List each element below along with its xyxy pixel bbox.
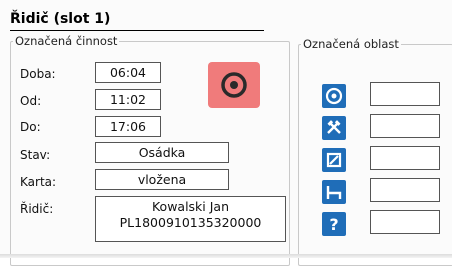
to-value: 17:06 <box>95 116 161 137</box>
bed-icon <box>326 186 342 199</box>
area-field-2 <box>370 114 440 138</box>
circle-target-icon <box>325 87 343 105</box>
driver-card-number: PL1800910135320000 <box>119 215 262 230</box>
area-field-5 <box>370 210 440 234</box>
rest-button[interactable] <box>322 180 346 204</box>
question-icon: ? <box>329 215 338 234</box>
availability-button[interactable] <box>322 148 346 172</box>
selected-area-legend: Označená oblast <box>303 37 399 51</box>
circle-target-button[interactable] <box>322 84 346 108</box>
card-label: Karta: <box>20 175 57 189</box>
duration-label: Doba: <box>20 67 56 81</box>
card-value: vložena <box>95 169 229 190</box>
driver-label: Řidič: <box>20 202 54 216</box>
panel-title: Řidič (slot 1) <box>10 10 264 31</box>
square-slash-icon <box>326 152 342 168</box>
svg-text:?: ? <box>329 215 338 234</box>
from-label: Od: <box>20 94 42 108</box>
duration-value: 06:04 <box>95 62 161 83</box>
driver-info-box: Kowalski Jan PL1800910135320000 <box>95 196 286 242</box>
unknown-button[interactable]: ? <box>322 212 346 236</box>
target-button[interactable] <box>208 62 260 108</box>
target-icon <box>221 72 247 98</box>
area-field-3 <box>370 146 440 170</box>
work-button[interactable] <box>322 116 346 140</box>
from-value: 11:02 <box>95 89 161 110</box>
state-label: Stav: <box>20 148 51 162</box>
area-field-4 <box>370 178 440 202</box>
selected-activity-legend: Označená činnost <box>15 34 118 48</box>
bottom-shadow <box>0 254 452 258</box>
hammer-cross-icon <box>327 120 341 134</box>
to-label: Do: <box>20 120 41 134</box>
state-value: Osádka <box>95 142 229 163</box>
area-field-1 <box>370 82 440 106</box>
driver-name: Kowalski Jan <box>151 199 230 214</box>
